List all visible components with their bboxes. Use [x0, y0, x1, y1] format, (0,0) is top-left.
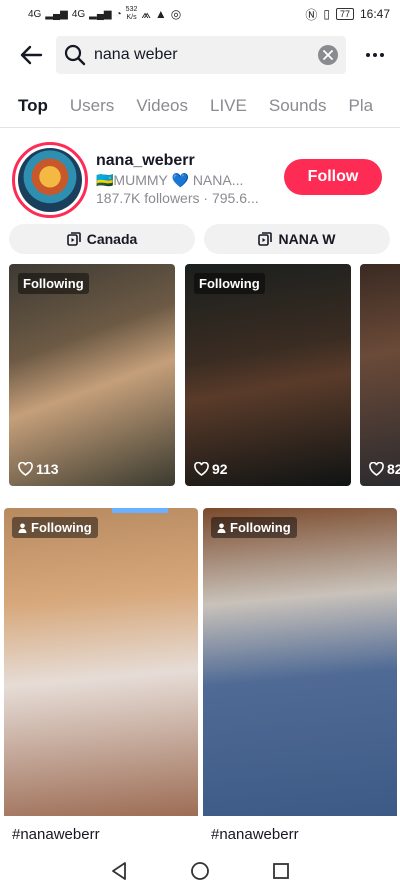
account-result[interactable]: nana_weberr 🇷🇼MUMMY 💙 NANA... 187.7K fol…: [0, 140, 400, 218]
sim2-signal: 4G: [71, 8, 86, 20]
app-icon: ⩕: [141, 6, 151, 21]
like-count: 113: [18, 461, 59, 477]
sim1-signal: 4G: [28, 8, 42, 20]
more-dot-icon: [380, 53, 384, 57]
post-image[interactable]: Following: [4, 508, 198, 816]
heart-icon: [18, 462, 33, 476]
related-search-chip[interactable]: NANA W: [204, 224, 390, 254]
like-count-value: 82: [387, 461, 400, 477]
follow-button[interactable]: Follow: [284, 159, 382, 195]
account-username: nana_weberr: [96, 152, 195, 169]
search-icon: [64, 44, 86, 66]
account-stats: 187.7K followers · 795.6...: [96, 190, 259, 206]
account-bio: 🇷🇼MUMMY 💙 NANA...: [96, 172, 244, 188]
following-badge: Following: [18, 273, 89, 294]
following-badge: Following: [194, 273, 265, 294]
app-icon: ▲: [154, 7, 167, 21]
status-bar: 4G ▂▄▆ 4G ▂▄▆ ◔ 532 K/s ⩕ ▲ ◎ Ⓝ ▯ 77 16:…: [0, 0, 400, 28]
close-icon: [323, 50, 333, 60]
nav-home-icon[interactable]: [190, 861, 210, 881]
status-right: Ⓝ ▯ 77 16:47: [305, 6, 390, 23]
following-badge: Following: [12, 517, 98, 538]
more-dot-icon: [366, 53, 370, 57]
video-thumbnail[interactable]: Following 113: [9, 264, 175, 486]
video-thumbnail[interactable]: Following 92: [185, 264, 351, 486]
tab-sounds[interactable]: Sounds: [269, 86, 327, 127]
following-label: Following: [230, 520, 291, 535]
app-icon: ◎: [170, 7, 182, 21]
status-left: 4G ▂▄▆ 4G ▂▄▆ ◔ 532 K/s ⩕ ▲ ◎: [28, 6, 181, 22]
nav-back-icon[interactable]: [110, 861, 128, 881]
like-count-value: 92: [212, 461, 228, 477]
following-badge: Following: [211, 517, 297, 538]
tab-users[interactable]: Users: [70, 86, 114, 127]
more-options-button[interactable]: [360, 36, 390, 74]
back-arrow-icon: [20, 45, 43, 65]
chip-label: Canada: [86, 231, 138, 247]
battery-icon: 77: [335, 8, 354, 20]
tab-playlists[interactable]: Pla: [349, 86, 374, 127]
avatar-image: [18, 148, 82, 212]
post-card[interactable]: Following #nanaweberr: [203, 508, 397, 848]
person-icon: [217, 523, 226, 533]
search-query[interactable]: nana weber: [94, 46, 318, 64]
tab-top[interactable]: Top: [8, 86, 58, 127]
post-hashtag[interactable]: #nanaweberr: [211, 826, 299, 843]
following-label: Following: [31, 520, 92, 535]
nav-recents-icon[interactable]: [272, 862, 290, 880]
vibrate-icon: ▯: [323, 7, 330, 21]
post-image[interactable]: Following: [203, 508, 397, 816]
nfc-icon: Ⓝ: [305, 7, 318, 22]
like-count-value: 113: [36, 461, 59, 477]
clear-button[interactable]: [318, 45, 338, 65]
video-thumbnail[interactable]: 82: [360, 264, 400, 486]
chip-label: NANA W: [278, 231, 336, 247]
related-search-chip[interactable]: Canada: [9, 224, 195, 254]
avatar[interactable]: [12, 142, 88, 218]
system-nav-bar: [0, 850, 400, 892]
back-button[interactable]: [8, 36, 54, 74]
progress-indicator: [112, 508, 168, 513]
search-tabs: Top Users Videos LIVE Sounds Pla: [0, 86, 400, 128]
more-dot-icon: [373, 53, 377, 57]
heart-icon: [369, 462, 384, 476]
signal-icon: ▂▄▆: [89, 8, 112, 20]
tab-live[interactable]: LIVE: [210, 86, 247, 127]
person-icon: [18, 523, 27, 533]
like-count: 82: [369, 461, 400, 477]
video-icon: [258, 232, 273, 246]
post-hashtag[interactable]: #nanaweberr: [12, 826, 100, 843]
like-count: 92: [194, 461, 228, 477]
net-speed: 532 K/s: [125, 6, 138, 21]
wifi-icon: ◔: [115, 8, 122, 20]
heart-icon: [194, 462, 209, 476]
clock: 16:47: [359, 7, 390, 21]
signal-icon: ▂▄▆: [45, 8, 68, 20]
video-icon: [66, 232, 81, 246]
search-input[interactable]: nana weber: [56, 36, 346, 74]
search-header: nana weber: [0, 36, 400, 74]
tab-videos[interactable]: Videos: [136, 86, 188, 127]
post-card[interactable]: Following #nanaweberr: [4, 508, 198, 848]
